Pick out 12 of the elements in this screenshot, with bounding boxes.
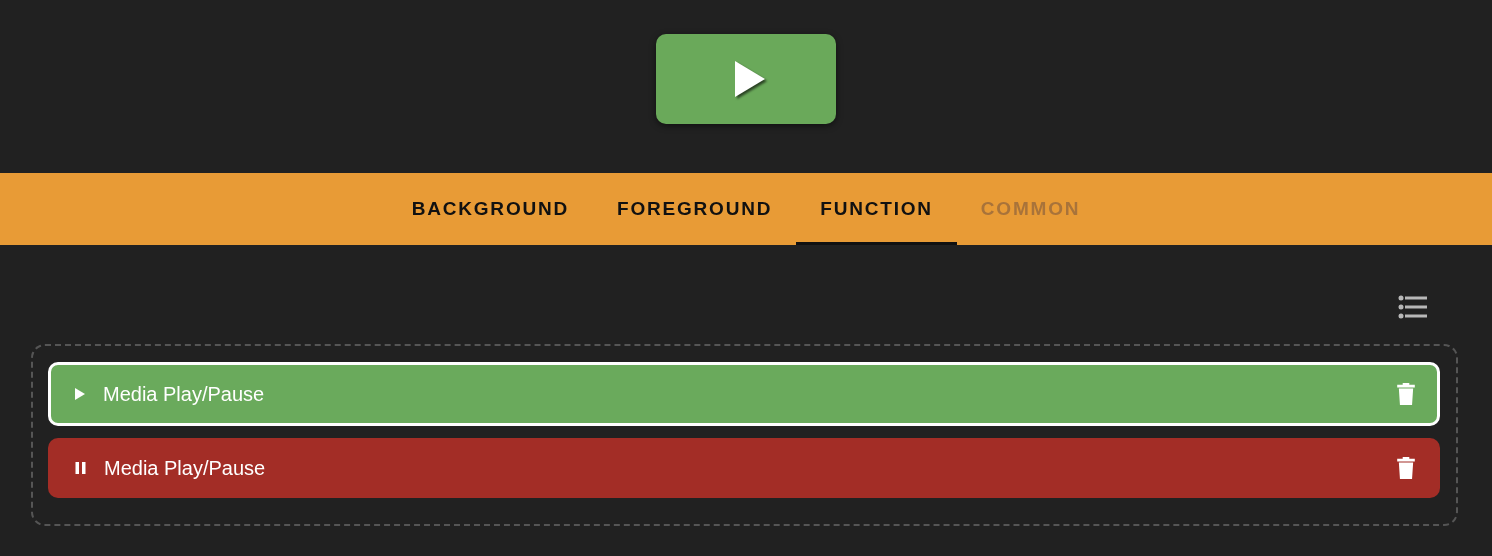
play-icon bbox=[75, 388, 85, 400]
play-button[interactable] bbox=[656, 34, 836, 124]
delete-icon[interactable] bbox=[1397, 457, 1415, 479]
pause-icon bbox=[75, 462, 86, 474]
action-item[interactable]: Media Play/Pause bbox=[48, 438, 1440, 498]
play-icon bbox=[735, 61, 765, 97]
tab[interactable]: FOREGROUND bbox=[593, 173, 797, 245]
tab[interactable]: BACKGROUND bbox=[387, 173, 594, 245]
action-label: Media Play/Pause bbox=[104, 456, 267, 480]
action-label: Media Play/Pause bbox=[103, 382, 266, 406]
list-icon[interactable] bbox=[1398, 295, 1428, 321]
tab[interactable]: FUNCTION bbox=[796, 173, 957, 245]
